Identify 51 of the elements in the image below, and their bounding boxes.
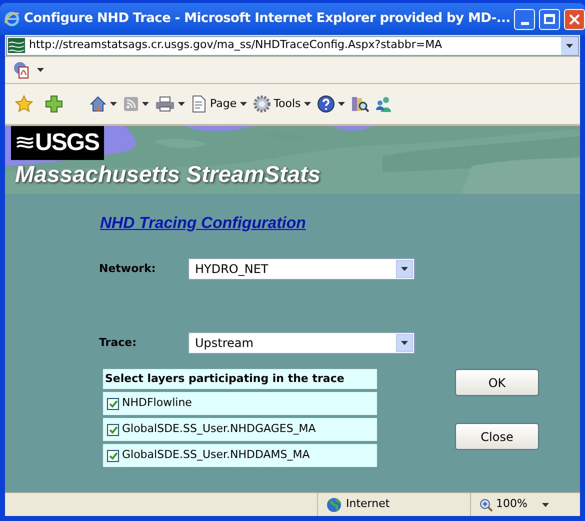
messenger-icon[interactable]	[374, 95, 393, 113]
checkbox[interactable]	[107, 398, 119, 410]
dropdown-caret-icon[interactable]	[338, 102, 345, 106]
layer-row[interactable]: NHDFlowline	[103, 392, 377, 415]
help-icon[interactable]	[316, 95, 335, 113]
site-title: Massachusetts StreamStats	[15, 160, 321, 188]
add-favorite-icon[interactable]	[45, 95, 63, 113]
zone-label: Internet	[346, 496, 390, 512]
zoom-icon	[479, 498, 493, 512]
page-icon	[191, 95, 207, 113]
close-icon	[569, 14, 580, 24]
star-icon[interactable]	[15, 95, 33, 113]
address-field[interactable]: http://streamstatsags.cr.usgs.gov/ma_ss/NHDTraceConfig.Aspx?stabbr=MA	[6, 36, 579, 56]
close-dialog-button[interactable]: Close	[455, 423, 539, 450]
dropdown-caret-icon[interactable]	[304, 102, 311, 106]
layer-row[interactable]: GlobalSDE.SS_User.NHDDAMS_MA	[103, 444, 377, 467]
dropdown-caret-icon[interactable]	[110, 102, 117, 106]
pdf-icon[interactable]	[13, 61, 31, 79]
minimize-button[interactable]	[514, 8, 536, 30]
page-menu-button[interactable]: Page	[191, 95, 247, 113]
gear-icon	[252, 95, 271, 113]
usgs-logo: USGS	[11, 126, 104, 160]
tools-menu-button[interactable]: Tools	[252, 95, 311, 113]
dropdown-caret-icon[interactable]	[142, 102, 149, 106]
house-icon[interactable]	[89, 95, 107, 113]
printer-icon[interactable]	[155, 96, 175, 112]
field-label: Network:	[99, 260, 157, 277]
window-title: Configure NHD Trace - Microsoft Internet Explorer provided by MD-...	[24, 10, 510, 28]
dropdown-field[interactable]: HYDRO_NET	[188, 258, 415, 280]
page-heading-link[interactable]: NHD Tracing Configuration	[100, 212, 306, 236]
close-button[interactable]	[564, 8, 585, 30]
checkbox[interactable]	[107, 424, 119, 436]
ok-button[interactable]: OK	[455, 369, 539, 396]
globe-icon	[326, 496, 342, 512]
table-header: Select layers participating in the trace	[103, 369, 377, 389]
dropdown-caret-icon[interactable]	[37, 68, 44, 72]
dropdown-field[interactable]: Upstream	[188, 332, 415, 354]
dropdown-caret-icon[interactable]	[178, 102, 185, 106]
checkbox[interactable]	[107, 450, 119, 462]
maximize-button[interactable]	[539, 8, 560, 30]
layer-row[interactable]: GlobalSDE.SS_User.NHDGAGES_MA	[103, 418, 377, 441]
dropdown-caret-icon[interactable]	[401, 267, 408, 271]
zoom-button[interactable]: 100%	[470, 493, 566, 516]
field-label: Trace:	[99, 334, 138, 351]
dropdown-caret-icon[interactable]	[401, 341, 408, 345]
browser-logo-icon	[4, 11, 20, 27]
dropdown-caret-icon[interactable]	[240, 102, 247, 106]
site-logo-icon	[8, 38, 25, 53]
dropdown-caret-icon[interactable]	[542, 502, 550, 506]
address-caret-icon[interactable]	[566, 44, 573, 48]
research-icon[interactable]	[350, 95, 369, 113]
